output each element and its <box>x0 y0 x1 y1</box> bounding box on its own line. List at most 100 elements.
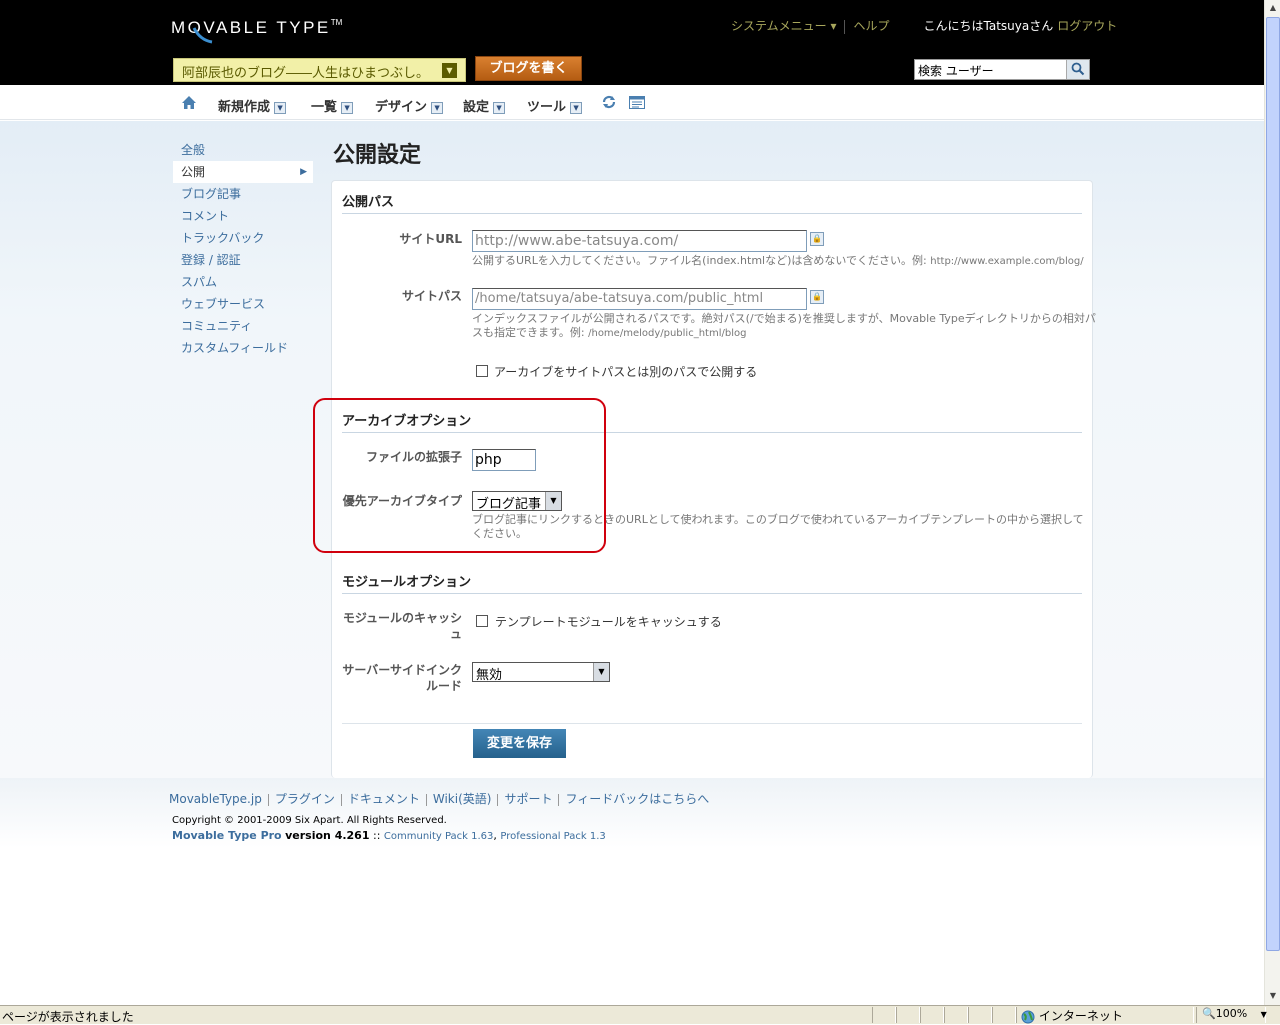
site-url-hint-text: 公開するURLを入力してください。ファイル名(index.htmlなど)は含めな… <box>472 254 931 267</box>
ssi-select[interactable]: 無効 ▼ <box>472 662 610 683</box>
footer-link-feedback[interactable]: フィードバックはこちらへ <box>565 792 709 806</box>
menu-new-label: 新規作成 <box>218 100 271 115</box>
site-path-label: サイトパス <box>401 289 462 303</box>
sidenav-item-web-services[interactable]: ウェブサービス <box>173 293 313 315</box>
archive-path-checkbox-label: アーカイブをサイトパスとは別のパスで公開する <box>494 365 758 379</box>
site-url-label: サイトURL <box>399 232 462 246</box>
footer-link-plugins[interactable]: プラグイン <box>275 792 335 806</box>
view-site-icon[interactable] <box>629 96 645 109</box>
zoom-level: 100% <box>1215 1007 1248 1020</box>
globe-icon <box>1021 1010 1035 1023</box>
menu-settings[interactable]: 設定 ▼ <box>463 96 506 115</box>
divider <box>342 593 1082 594</box>
footer: MovableType.jp プラグイン ドキュメント Wiki(英語) サポート フィー… <box>0 778 1264 848</box>
logout-link[interactable]: ログアウト <box>1057 17 1117 34</box>
footer-link-docs[interactable]: ドキュメント <box>348 792 420 806</box>
help-link[interactable]: ヘルプ <box>853 17 889 34</box>
version-text: version 4.261 <box>285 829 370 842</box>
site-url-hint: 公開するURLを入力してください。ファイル名(index.htmlなど)は含めな… <box>472 254 1084 269</box>
chevron-down-icon[interactable]: ▼ <box>442 63 457 78</box>
ssi-label-1: サーバーサイドインク <box>342 663 462 677</box>
status-text: ページが表示されました <box>2 1010 134 1024</box>
menu-list-label: 一覧 <box>311 100 338 115</box>
page-body: 全般 公開 ▶ ブログ記事 コメント トラックバック 登録 / 認証 スパム ウェ… <box>0 121 1264 778</box>
ssi-label-2: ルード <box>425 679 462 693</box>
vertical-scrollbar[interactable]: ▲ ▼ <box>1264 0 1280 1005</box>
community-pack-link[interactable]: Community Pack 1.63 <box>384 831 494 842</box>
ssi-select-value: 無効 <box>476 668 503 683</box>
status-cell <box>992 1007 1016 1023</box>
sidenav-item-custom-fields[interactable]: カスタムフィールド <box>173 337 313 359</box>
copyright-text: Copyright © 2001-2009 Six Apart. All Rig… <box>172 815 447 826</box>
chevron-down-icon[interactable]: ▼ <box>593 663 609 681</box>
chevron-down-icon[interactable]: ▼ <box>274 101 287 114</box>
ssi-label: サーバーサイドインクルード <box>342 662 462 694</box>
sidenav-item-spam[interactable]: スパム <box>173 271 313 293</box>
sidenav-item-general[interactable]: 全般 <box>173 139 313 161</box>
sidenav-item-publishing[interactable]: 公開 ▶ <box>173 161 313 183</box>
chevron-down-icon[interactable]: ▼ <box>341 101 354 114</box>
status-cell <box>920 1007 944 1023</box>
security-zone[interactable]: インターネット <box>1021 1007 1123 1024</box>
search-button[interactable] <box>1066 60 1089 79</box>
site-url-field[interactable]: http://www.abe-tatsuya.com/ <box>472 230 807 252</box>
logo-swoosh-icon <box>192 27 213 44</box>
site-path-hint-2: スも指定できます。例: /home/melody/public_html/blo… <box>472 326 746 341</box>
blog-selector[interactable]: 阿部辰也のブログ――人生はひまつぶし。 ▼ <box>173 58 466 82</box>
zoom-icon: 🔍 <box>1202 1007 1216 1020</box>
module-cache-checkbox[interactable] <box>476 615 488 627</box>
menu-tools-label: ツール <box>527 100 567 115</box>
sidenav-item-entries[interactable]: ブログ記事 <box>173 183 313 205</box>
scroll-down-icon[interactable]: ▼ <box>1266 989 1280 1003</box>
sidenav-item-community[interactable]: コミュニティ <box>173 315 313 337</box>
save-changes-button[interactable]: 変更を保存 <box>473 729 566 758</box>
home-icon[interactable] <box>181 95 197 110</box>
lock-icon[interactable]: 🔒 <box>810 232 824 246</box>
site-url-example: http://www.example.com/blog/ <box>930 256 1084 267</box>
footer-link-wiki[interactable]: Wiki(英語) <box>433 792 492 806</box>
professional-pack-link[interactable]: Professional Pack 1.3 <box>500 831 605 842</box>
browser-status-bar: ページが表示されました インターネット 🔍100% ▼ <box>0 1005 1280 1024</box>
section-title-module-options: モジュールオプション <box>342 575 472 590</box>
scroll-up-icon[interactable]: ▲ <box>1266 1 1280 15</box>
menu-design[interactable]: デザイン ▼ <box>375 96 444 115</box>
site-path-hint-text: スも指定できます。例: <box>472 326 589 339</box>
caret-right-icon: ▶ <box>300 167 307 177</box>
footer-link-support[interactable]: サポート <box>504 792 552 806</box>
lock-icon[interactable]: 🔒 <box>810 290 824 304</box>
sidenav-item-registration[interactable]: 登録 / 認証 <box>173 249 313 271</box>
status-cell <box>872 1007 896 1023</box>
footer-link-movabletype-jp[interactable]: MovableType.jp <box>169 792 262 806</box>
zoom-control[interactable]: 🔍100% ▼ <box>1202 1007 1267 1020</box>
sidenav-item-trackbacks[interactable]: トラックバック <box>173 227 313 249</box>
menu-tools[interactable]: ツール ▼ <box>527 96 583 115</box>
rebuild-icon[interactable] <box>601 95 617 109</box>
main-menubar: 新規作成 ▼ 一覧 ▼ デザイン ▼ 設定 ▼ ツール ▼ <box>0 85 1264 120</box>
greeting-text: こんにちはTatsuyaさん <box>923 19 1054 33</box>
divider <box>340 793 342 806</box>
chevron-down-icon[interactable]: ▼ <box>1261 1010 1267 1019</box>
module-cache-label-1: モジュールのキャッシ <box>342 611 462 625</box>
search-input[interactable]: 検索 ユーザー <box>914 59 1090 80</box>
scrollbar-thumb[interactable] <box>1266 17 1280 951</box>
chevron-down-icon[interactable]: ▼ <box>493 101 506 114</box>
divider <box>267 793 269 806</box>
divider <box>558 793 560 806</box>
site-path-field[interactable]: /home/tatsuya/abe-tatsuya.com/public_htm… <box>472 288 807 310</box>
archive-path-checkbox[interactable] <box>476 365 488 377</box>
system-menu-link[interactable]: システムメニュー ▾ <box>731 17 836 34</box>
menu-list[interactable]: 一覧 ▼ <box>311 96 354 115</box>
product-link[interactable]: Movable Type Pro <box>172 829 282 842</box>
status-cell <box>944 1007 968 1023</box>
search-icon <box>1071 62 1085 76</box>
footer-nav: MovableType.jp プラグイン ドキュメント Wiki(英語) サポート フィー… <box>169 790 709 807</box>
write-entry-button[interactable]: ブログを書く <box>475 56 582 81</box>
chevron-down-icon[interactable]: ▼ <box>570 101 583 114</box>
menu-new[interactable]: 新規作成 ▼ <box>218 96 287 115</box>
page-title: 公開設定 <box>333 143 422 168</box>
site-path-hint-1: インデックスファイルが公開されるパスです。絶対パス(/で始まる)を推奨しますが、… <box>472 312 1096 325</box>
sidenav-item-comments[interactable]: コメント <box>173 205 313 227</box>
chevron-down-icon[interactable]: ▼ <box>431 101 444 114</box>
module-cache-label-2: ュ <box>449 627 462 641</box>
logo-tm: TM <box>330 18 343 27</box>
